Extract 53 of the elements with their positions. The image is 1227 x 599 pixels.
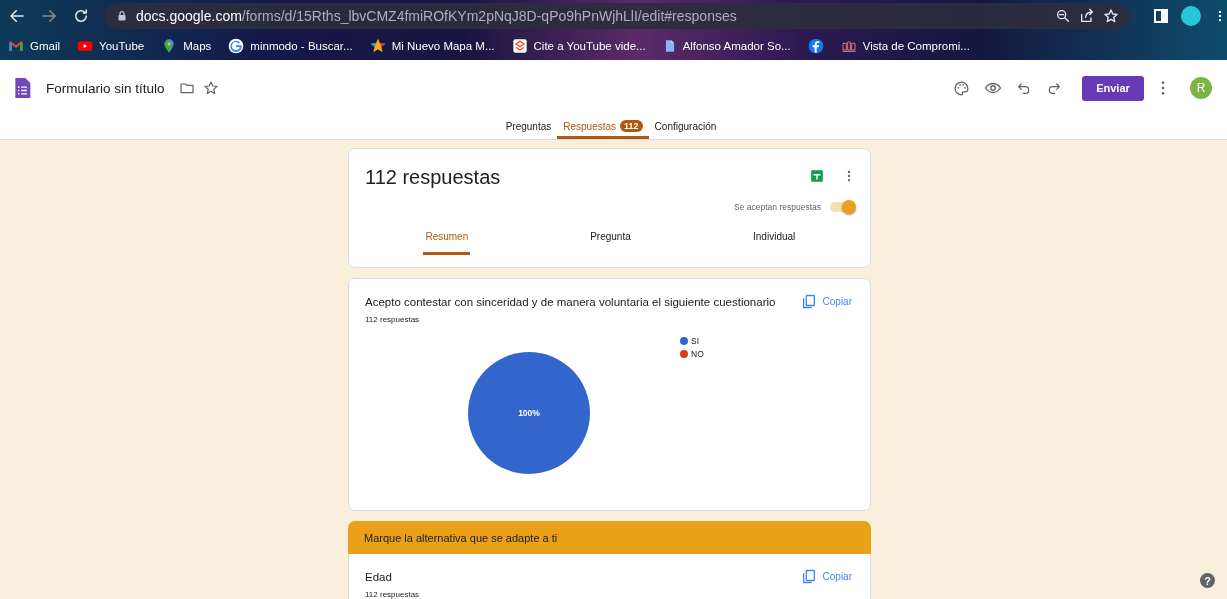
zoom-out-icon[interactable]	[1055, 7, 1071, 24]
send-button[interactable]: Enviar	[1082, 75, 1144, 101]
question-title: Acepto contestar con sinceridad y de manera voluntaria el siguiente cuestionario	[365, 295, 776, 308]
bookmark[interactable]: Cite a YouTube vide...	[511, 37, 646, 54]
bookmark[interactable]: Mi Nuevo Mapa M...	[369, 37, 495, 54]
side-panel-icon[interactable]	[1153, 7, 1169, 24]
tab[interactable]: Configuración	[648, 116, 723, 139]
view-tab[interactable]: Resumen	[423, 231, 471, 255]
social-icon[interactable]	[807, 37, 824, 54]
count-badge: 112	[620, 120, 643, 132]
copy-icon	[800, 568, 817, 585]
form-title[interactable]: Formulario sin título	[46, 80, 165, 96]
bookmark[interactable]: YouTube	[77, 37, 145, 54]
redo-icon[interactable]	[1046, 80, 1062, 96]
copy-button[interactable]: Copiar	[800, 293, 852, 310]
bookmark[interactable]: Gmail	[8, 37, 61, 54]
reload-icon[interactable]	[72, 6, 90, 25]
spreadsheet-icon[interactable]	[810, 169, 824, 183]
tab-label: Respuestas	[563, 120, 617, 132]
legend-label: SI	[691, 336, 700, 346]
response-count: 112 respuestas	[365, 315, 421, 324]
legend-label: NO	[691, 349, 704, 359]
lock-icon	[116, 9, 128, 22]
bookmark-star-icon[interactable]	[1103, 7, 1119, 24]
share-icon[interactable]	[1079, 7, 1095, 24]
palette-icon[interactable]	[953, 79, 970, 97]
tab[interactable]: Preguntas	[499, 116, 558, 139]
undo-icon[interactable]	[1016, 80, 1032, 96]
view-tab[interactable]: Individual	[751, 231, 798, 255]
address-bar[interactable]: docs.google.com/forms/d/15Rths_lbvCMZ4fmiROfKYm2pNqJ8D-qPo9hPnWjhLlI/edit#responses	[104, 2, 1129, 29]
response-count: 112 respuestas	[365, 590, 421, 599]
profile-avatar[interactable]	[1181, 5, 1201, 26]
star-outline-icon[interactable]	[202, 80, 219, 96]
copy-icon	[800, 293, 817, 310]
folder-icon[interactable]	[178, 80, 195, 96]
view-tab[interactable]: Pregunta	[588, 231, 633, 255]
bookmark[interactable]: Alfonso Amador So...	[662, 37, 791, 54]
help-button[interactable]: ?	[1200, 573, 1215, 588]
tab[interactable]: Respuestas 112	[557, 116, 649, 139]
question-title: Edad	[365, 570, 392, 583]
copy-button[interactable]: Copiar	[800, 568, 852, 585]
slice-label: 100%	[518, 408, 540, 418]
url-text: docs.google.com/forms/d/15Rths_lbvCMZ4fmiROfKYm2pNqJ8D-qPo9hPnWjhLlI/edit#responses	[136, 7, 738, 24]
bookmark[interactable]: minmodo - Buscar...	[228, 37, 353, 54]
star-icon	[369, 37, 386, 54]
section-title: Marque la alternativa que se adapte a ti	[364, 531, 558, 544]
g-icon	[228, 37, 245, 54]
bookmark[interactable]: Vista de Compromi...	[840, 37, 970, 54]
responses-heading: 112 respuestas	[365, 166, 502, 189]
bookmark[interactable]: Maps	[161, 37, 212, 54]
cite-icon	[511, 37, 528, 54]
accepting-toggle[interactable]	[830, 200, 856, 214]
toggle-label: Se aceptan respuestas	[734, 202, 821, 212]
